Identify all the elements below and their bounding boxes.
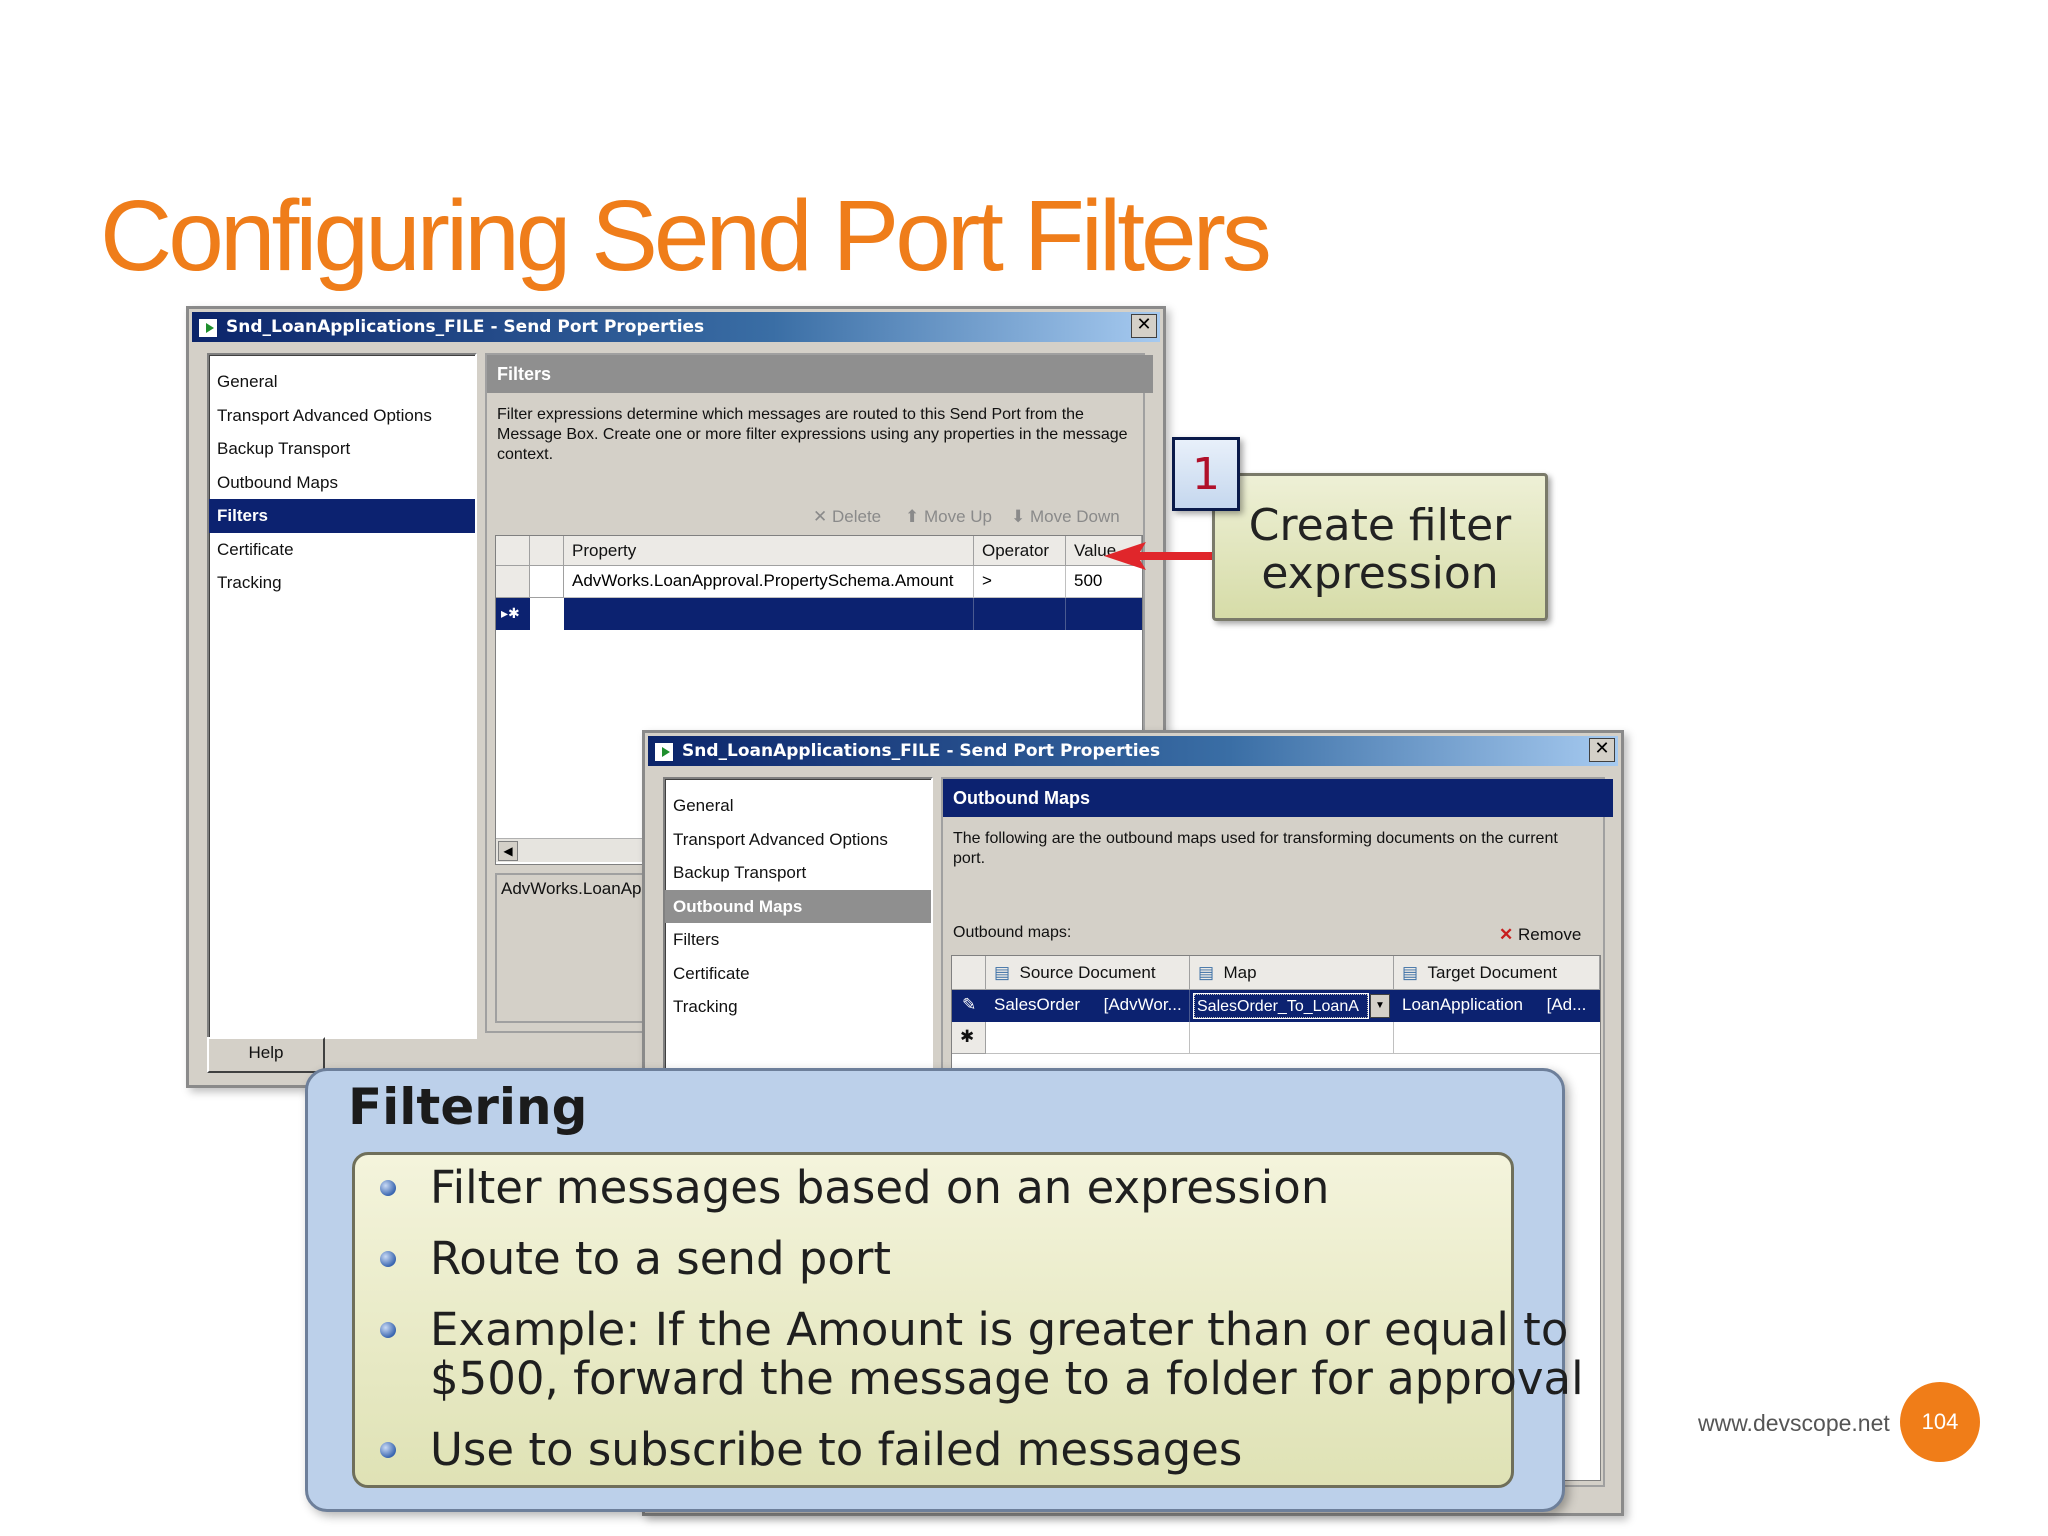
document-icon: ▤ — [994, 963, 1011, 982]
nav-item-certificate[interactable]: Certificate — [665, 957, 931, 991]
remove-icon: ✕ — [1499, 925, 1514, 944]
delete-icon: ✕ — [813, 507, 828, 526]
nav-item-backup-transport[interactable]: Backup Transport — [209, 432, 475, 466]
chevron-down-icon[interactable]: ▼ — [1370, 994, 1390, 1018]
section-title-outbound-maps: Outbound Maps — [943, 779, 1613, 817]
outbound-maps-label: Outbound maps: — [953, 924, 1072, 941]
cell-source-document[interactable]: SalesOrder [AdvWor... — [986, 990, 1190, 1022]
column-header-source-document[interactable]: ▤ Source Document — [986, 956, 1190, 990]
bullet-filter-messages: Filter messages based on an expression — [430, 1161, 1330, 1214]
scroll-left-icon[interactable]: ◀ — [498, 841, 518, 861]
bullet-route-send-port: Route to a send port — [430, 1232, 892, 1285]
new-row-operator[interactable] — [974, 598, 1066, 630]
bullet-icon — [380, 1322, 396, 1338]
callout-create-filter-expression: Create filter expression — [1212, 473, 1548, 621]
arrow-up-icon: ⬆ — [905, 507, 920, 526]
window-titlebar[interactable]: Snd_LoanApplications_FILE - Send Port Pr… — [648, 736, 1618, 766]
cell-property[interactable]: AdvWorks.LoanApproval.PropertySchema.Amo… — [564, 566, 974, 598]
edit-row-icon[interactable]: ✎ — [952, 990, 986, 1022]
document-icon: ▤ — [1402, 963, 1419, 982]
close-icon[interactable]: ✕ — [1589, 738, 1615, 762]
row-selector-2[interactable] — [530, 566, 564, 598]
window-titlebar[interactable]: Snd_LoanApplications_FILE - Send Port Pr… — [192, 312, 1160, 342]
page-number-badge: 104 — [1900, 1382, 1980, 1462]
arrow-down-icon: ⬇ — [1011, 507, 1026, 526]
nav-item-tracking[interactable]: Tracking — [209, 566, 475, 600]
bullet-icon — [380, 1442, 396, 1458]
bullet-example-line-2: $500, forward the message to a folder fo… — [430, 1352, 1584, 1405]
close-icon[interactable]: ✕ — [1131, 314, 1157, 338]
new-row-property[interactable] — [564, 598, 974, 630]
nav-item-certificate[interactable]: Certificate — [209, 533, 475, 567]
send-port-icon — [654, 742, 674, 762]
bullet-icon — [380, 1251, 396, 1267]
nav-item-outbound-maps[interactable]: Outbound Maps — [665, 889, 931, 923]
new-row-value[interactable] — [1066, 598, 1142, 630]
delete-button[interactable]: ✕ Delete — [813, 507, 881, 527]
row-header-corner-2 — [530, 536, 564, 566]
nav-item-general[interactable]: General — [209, 365, 475, 399]
window-title: Snd_LoanApplications_FILE - Send Port Pr… — [226, 317, 705, 337]
cell-operator[interactable]: > — [974, 566, 1066, 598]
nav-item-filters[interactable]: Filters — [209, 499, 475, 533]
slide-title: Configuring Send Port Filters — [100, 180, 1272, 292]
section-title-filters: Filters — [487, 355, 1153, 393]
nav-item-general[interactable]: General — [665, 789, 931, 823]
move-up-button[interactable]: ⬆ Move Up — [905, 507, 992, 527]
bullet-example-line-1: Example: If the Amount is greater than o… — [430, 1303, 1569, 1356]
map-dropdown-field[interactable]: SalesOrder_To_LoanA — [1193, 993, 1369, 1019]
column-header-operator[interactable]: Operator — [974, 536, 1066, 566]
column-header-map[interactable]: ▤ Map — [1190, 956, 1394, 990]
nav-item-tracking[interactable]: Tracking — [665, 990, 931, 1024]
new-row-marker[interactable]: ✱ — [952, 1022, 986, 1054]
bullet-failed-messages: Use to subscribe to failed messages — [430, 1423, 1243, 1476]
bullet-icon — [380, 1180, 396, 1196]
cell-target-document[interactable]: LoanApplication [Ad... — [1394, 990, 1600, 1022]
new-row-spacer — [530, 598, 564, 630]
remove-button[interactable]: ✕ Remove — [1499, 925, 1581, 945]
column-header-property[interactable]: Property — [564, 536, 974, 566]
new-row-source[interactable] — [986, 1022, 1190, 1054]
new-row-map[interactable] — [1190, 1022, 1394, 1054]
map-dropdown[interactable]: SalesOrder_To_LoanA ▼ — [1190, 990, 1394, 1022]
nav-item-outbound-maps[interactable]: Outbound Maps — [209, 466, 475, 500]
step-number-badge: 1 — [1172, 437, 1240, 511]
footer-url: www.devscope.net — [1698, 1410, 1890, 1436]
move-down-button[interactable]: ⬇ Move Down — [1011, 507, 1120, 527]
filtering-title: Filtering — [348, 1078, 588, 1136]
send-port-icon — [198, 318, 218, 338]
new-row-target[interactable] — [1394, 1022, 1600, 1054]
column-header-target-document[interactable]: ▤ Target Document — [1394, 956, 1600, 990]
filters-description: Filter expressions determine which messa… — [497, 406, 1128, 463]
window-title: Snd_LoanApplications_FILE - Send Port Pr… — [682, 741, 1161, 761]
outbound-maps-description: The following are the outbound maps used… — [953, 830, 1558, 867]
map-icon: ▤ — [1198, 963, 1215, 982]
row-header-corner — [496, 536, 530, 566]
help-button[interactable]: Help — [207, 1037, 325, 1073]
nav-item-filters[interactable]: Filters — [665, 923, 931, 957]
nav-item-transport-advanced-options[interactable]: Transport Advanced Options — [209, 399, 475, 433]
nav-item-transport-advanced-options[interactable]: Transport Advanced Options — [665, 823, 931, 857]
row-selector[interactable] — [496, 566, 530, 598]
nav-item-backup-transport[interactable]: Backup Transport — [665, 856, 931, 890]
new-row-marker[interactable]: ▸✱ — [496, 598, 530, 630]
nav-list: General Transport Advanced Options Backu… — [207, 353, 477, 1039]
row-header-corner — [952, 956, 986, 990]
